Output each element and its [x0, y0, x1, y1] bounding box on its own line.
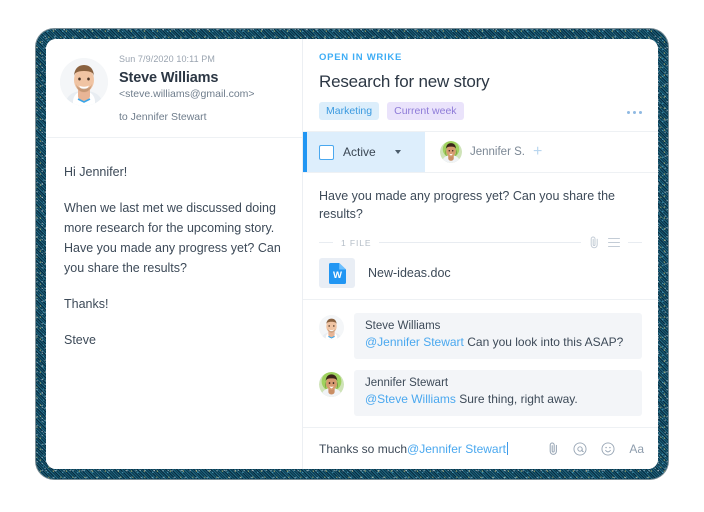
divider-line-mid [379, 242, 581, 243]
email-date: Sun 7/9/2020 10:11 PM [119, 54, 216, 64]
list-view-icon[interactable] [608, 237, 620, 248]
comment-item: Jennifer Stewart @Steve Williams Sure th… [319, 370, 642, 416]
add-assignee-icon[interactable]: + [533, 144, 542, 160]
reply-typed-text: Thanks so much [319, 441, 408, 456]
doc-file-icon: W [319, 258, 355, 288]
comment-list: Steve Williams @Jennifer Stewart Can you… [303, 300, 658, 427]
email-paragraph: When we last met we discussed doing more… [64, 201, 281, 275]
email-meta: Sun 7/9/2020 10:11 PM Steve Williams <st… [119, 53, 255, 123]
comment-text: @Jennifer Stewart Can you look into this… [365, 334, 631, 350]
task-description: Have you made any progress yet? Can you … [319, 189, 616, 221]
comment-input[interactable]: Thanks so much @Jennifer Stewart [319, 442, 538, 456]
file-section-divider: 1 FILE [303, 236, 658, 249]
file-list-item[interactable]: W New-ideas.doc [303, 254, 658, 300]
emoji-icon[interactable] [601, 442, 615, 456]
email-pane: Sun 7/9/2020 10:11 PM Steve Williams <st… [46, 39, 303, 469]
task-status-dropdown[interactable]: Active [303, 132, 425, 172]
file-name: New-ideas.doc [368, 266, 451, 280]
assignee-avatar [440, 141, 462, 163]
mention-icon[interactable] [573, 442, 587, 456]
comment-author-avatar [319, 315, 344, 340]
task-pane: OPEN IN WRIKE Research for new story Mar… [303, 39, 658, 469]
reply-bar: Thanks so much @Jennifer Stewart Aa [303, 427, 658, 469]
chevron-down-icon[interactable] [394, 150, 401, 154]
more-options-icon[interactable] [627, 107, 642, 118]
comment-text: @Steve Williams Sure thing, right away. [365, 391, 631, 407]
comment-author-name: Steve Williams [365, 320, 441, 332]
comment-bubble: Jennifer Stewart @Steve Williams Sure th… [354, 370, 642, 416]
svg-text:W: W [333, 270, 342, 281]
task-tag-marketing[interactable]: Marketing [319, 102, 380, 120]
comment-bubble: Steve Williams @Jennifer Stewart Can you… [354, 313, 642, 359]
task-tag-row: Marketing Current week [319, 102, 642, 120]
email-signature: Steve [64, 333, 96, 347]
email-closing: Thanks! [64, 297, 109, 311]
comment-body: Sure thing, right away. [459, 392, 578, 406]
task-header: OPEN IN WRIKE Research for new story Mar… [303, 39, 658, 131]
email-recipients: to Jennifer Stewart [119, 111, 207, 123]
task-status-strip: Active Jennifer S. + [303, 131, 658, 173]
status-checkbox-icon[interactable] [319, 144, 334, 160]
divider-line-right [628, 242, 642, 243]
wrike-email-card: Sun 7/9/2020 10:11 PM Steve Williams <st… [46, 39, 658, 469]
file-count-label: 1 FILE [341, 237, 372, 248]
comment-body: Can you look into this ASAP? [467, 335, 624, 349]
text-cursor [506, 442, 508, 455]
screenshot-stage: Sun 7/9/2020 10:11 PM Steve Williams <st… [0, 0, 704, 512]
email-greeting: Hi Jennifer! [64, 165, 128, 179]
comment-item: Steve Williams @Jennifer Stewart Can you… [319, 313, 642, 359]
email-body: Hi Jennifer! When we last met we discuss… [46, 138, 302, 360]
email-sender-name: Steve Williams [119, 70, 219, 86]
format-text-icon[interactable]: Aa [629, 443, 644, 455]
email-header: Sun 7/9/2020 10:11 PM Steve Williams <st… [46, 39, 302, 138]
attach-icon[interactable] [548, 441, 559, 456]
reply-mention: @Jennifer Stewart [407, 441, 506, 456]
email-sender-address: <steve.williams@gmail.com> [119, 88, 255, 100]
sender-avatar [60, 58, 108, 106]
assignee-name: Jennifer S. [470, 146, 525, 158]
comment-author-avatar [319, 372, 344, 397]
comment-author-name: Jennifer Stewart [365, 377, 449, 389]
task-title: Research for new story [319, 72, 490, 91]
task-status-label: Active [343, 145, 376, 159]
comment-mention[interactable]: @Steve Williams [365, 392, 456, 406]
reply-toolbar: Aa [548, 441, 644, 456]
divider-line-left [319, 242, 333, 243]
task-tag-current-week[interactable]: Current week [387, 102, 464, 120]
attach-file-icon[interactable] [589, 236, 600, 249]
comment-mention[interactable]: @Jennifer Stewart [365, 335, 464, 349]
task-assignee[interactable]: Jennifer S. + [425, 132, 658, 172]
open-in-wrike-link[interactable]: OPEN IN WRIKE [319, 52, 642, 63]
